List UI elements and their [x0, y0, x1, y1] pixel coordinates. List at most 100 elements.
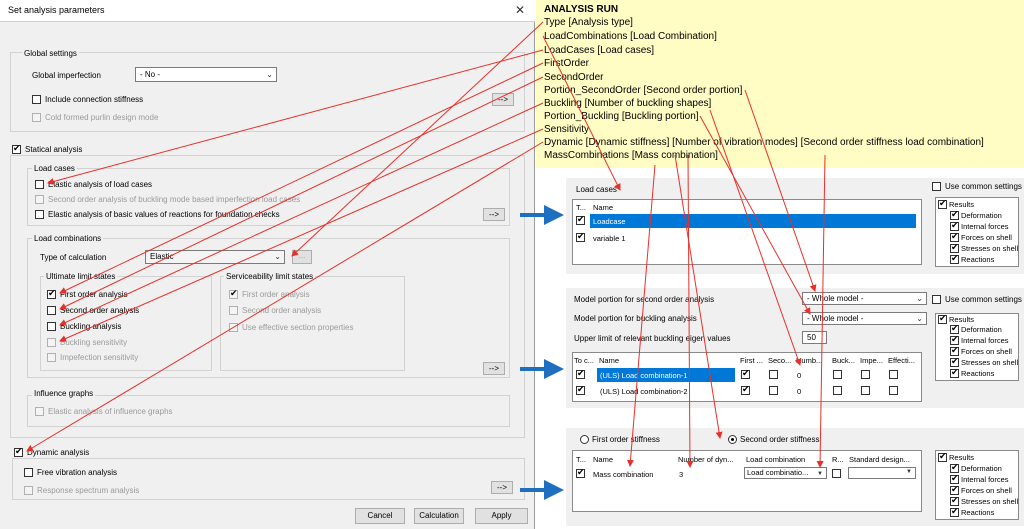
row-checkbox[interactable] [576, 467, 585, 478]
imperfection-sensitivity-checkbox[interactable] [47, 353, 56, 362]
sls-first-order-checkbox[interactable] [229, 288, 238, 299]
dynamic-more-button[interactable]: --> [491, 481, 513, 494]
influence-graphs-checkbox[interactable] [35, 407, 44, 416]
chevron-down-icon: ⌄ [916, 294, 923, 303]
type-of-calculation-select[interactable]: Elastic ⌄ [145, 250, 285, 264]
type-of-calculation-dots-button[interactable]: ... [292, 250, 312, 264]
second-order-buckling-checkbox[interactable] [35, 195, 44, 204]
cancel-button[interactable]: Cancel [355, 508, 405, 524]
results-item-checkbox[interactable] [950, 506, 959, 517]
results-item-checkbox[interactable] [950, 484, 959, 495]
row-number[interactable]: 0 [797, 371, 801, 380]
reactions-foundation-checkbox[interactable] [35, 210, 44, 219]
results-item-checkbox[interactable] [950, 220, 959, 231]
cold-formed-checkbox[interactable] [32, 113, 41, 122]
elastic-load-cases-checkbox[interactable] [35, 180, 44, 189]
load-cases-more-button[interactable]: --> [483, 208, 505, 221]
first-order-stiffness-radio[interactable] [580, 435, 589, 444]
results-item-label: Internal forces [961, 475, 1009, 484]
annotation-line: LoadCases [Load cases] [544, 45, 655, 56]
grid-col-load-combination: Load combination [746, 455, 806, 464]
model-portion-buckling-select[interactable]: - Whole model - ⌄ [802, 312, 927, 325]
annotation-line: FirstOrder [544, 58, 589, 69]
row-first-order-checkbox[interactable] [741, 368, 750, 379]
dialog-titlebar: Set analysis parameters ✕ [0, 0, 535, 22]
row-effective-checkbox[interactable] [889, 386, 898, 395]
sls-effective-checkbox[interactable] [229, 323, 238, 332]
second-order-checkbox[interactable] [47, 306, 56, 315]
free-vibration-checkbox[interactable] [24, 468, 33, 477]
row-first-order-checkbox[interactable] [741, 384, 750, 395]
global-imperfection-select[interactable]: - No - ⌄ [135, 67, 277, 82]
row-number[interactable]: 0 [797, 387, 801, 396]
response-spectrum-checkbox[interactable] [24, 486, 33, 495]
upper-limit-label: Upper limit of relevant buckling eigen v… [574, 334, 731, 343]
results-item-checkbox[interactable] [950, 253, 959, 264]
row-imperfection-checkbox[interactable] [861, 386, 870, 395]
buckling-analysis-checkbox[interactable] [47, 322, 56, 331]
results-item-label: Reactions [961, 508, 995, 517]
results-item-checkbox[interactable] [950, 462, 959, 473]
results-root-checkbox[interactable] [938, 198, 947, 209]
calculation-button[interactable]: Calculation [414, 508, 464, 524]
cold-formed-label: Cold formed purlin design mode [45, 113, 159, 122]
results-item-checkbox[interactable] [950, 356, 959, 367]
table-row-name[interactable]: Mass combination [593, 470, 653, 479]
annotation-line: SecondOrder [544, 72, 604, 83]
results-root-checkbox[interactable] [938, 313, 947, 324]
global-settings-more-button[interactable]: --> [492, 93, 514, 106]
first-order-checkbox[interactable] [47, 288, 56, 299]
dynamic-analysis-checkbox[interactable] [14, 446, 23, 457]
row-r-checkbox[interactable] [832, 469, 841, 478]
results-item-checkbox[interactable] [950, 473, 959, 484]
row-buckling-checkbox[interactable] [833, 370, 842, 379]
row-checkbox[interactable] [576, 214, 585, 225]
statical-analysis-checkbox[interactable] [12, 143, 21, 154]
results-item-checkbox[interactable] [950, 209, 959, 220]
free-vibration-label: Free vibration analysis [37, 468, 118, 477]
results-item-checkbox[interactable] [950, 367, 959, 378]
table-row-name[interactable]: (ULS) Load combination-1 [600, 371, 688, 380]
grid-col-buckling: Buck... [832, 356, 855, 365]
row-checkbox[interactable] [576, 231, 585, 242]
row-imperfection-checkbox[interactable] [861, 370, 870, 379]
table-row-number[interactable]: 3 [679, 470, 683, 479]
model-portion-second-select[interactable]: - Whole model - ⌄ [802, 292, 927, 305]
table-row-selected[interactable] [590, 214, 916, 228]
close-icon[interactable]: ✕ [515, 3, 525, 17]
sls-second-order-checkbox[interactable] [229, 306, 238, 315]
results-item-checkbox[interactable] [950, 345, 959, 356]
load-combinations-more-button[interactable]: --> [483, 362, 505, 375]
results-item-label: Deformation [961, 464, 1002, 473]
results-item-checkbox[interactable] [950, 231, 959, 242]
row-buckling-checkbox[interactable] [833, 386, 842, 395]
row-effective-checkbox[interactable] [889, 370, 898, 379]
panel2-use-common-label: Use common settings [945, 295, 1022, 304]
row-second-order-checkbox[interactable] [769, 370, 778, 379]
influence-graphs-header: Influence graphs [32, 389, 96, 398]
table-row-name[interactable]: Loadcase [593, 217, 626, 226]
upper-limit-input[interactable]: 50 [802, 331, 827, 344]
results-item-checkbox[interactable] [950, 323, 959, 334]
results-root-checkbox[interactable] [938, 451, 947, 462]
model-portion-buckling-label: Model portion for buckling analysis [574, 314, 697, 323]
grid-col-r: R... [832, 455, 844, 464]
row-load-combination-select[interactable]: Load combinatio... ▼ [744, 467, 827, 479]
second-order-stiffness-radio[interactable] [728, 435, 737, 444]
results-item-checkbox[interactable] [950, 242, 959, 253]
row-checkbox[interactable] [576, 384, 585, 395]
results-item-checkbox[interactable] [950, 495, 959, 506]
grid-col-standard-design: Standard design... [849, 455, 910, 464]
model-portion-second-label: Model portion for second order analysis [574, 295, 715, 304]
apply-button[interactable]: Apply [475, 508, 528, 524]
panel1-use-common-checkbox[interactable] [932, 182, 941, 191]
panel2-use-common-checkbox[interactable] [932, 295, 941, 304]
table-row-name[interactable]: variable 1 [593, 234, 626, 243]
row-standard-design-select[interactable]: ▼ [848, 467, 916, 479]
results-item-checkbox[interactable] [950, 334, 959, 345]
row-checkbox[interactable] [576, 368, 585, 379]
table-row-name[interactable]: (ULS) Load combination-2 [600, 387, 688, 396]
include-connection-stiffness-checkbox[interactable] [32, 95, 41, 104]
row-second-order-checkbox[interactable] [769, 386, 778, 395]
buckling-sensitivity-checkbox[interactable] [47, 338, 56, 347]
